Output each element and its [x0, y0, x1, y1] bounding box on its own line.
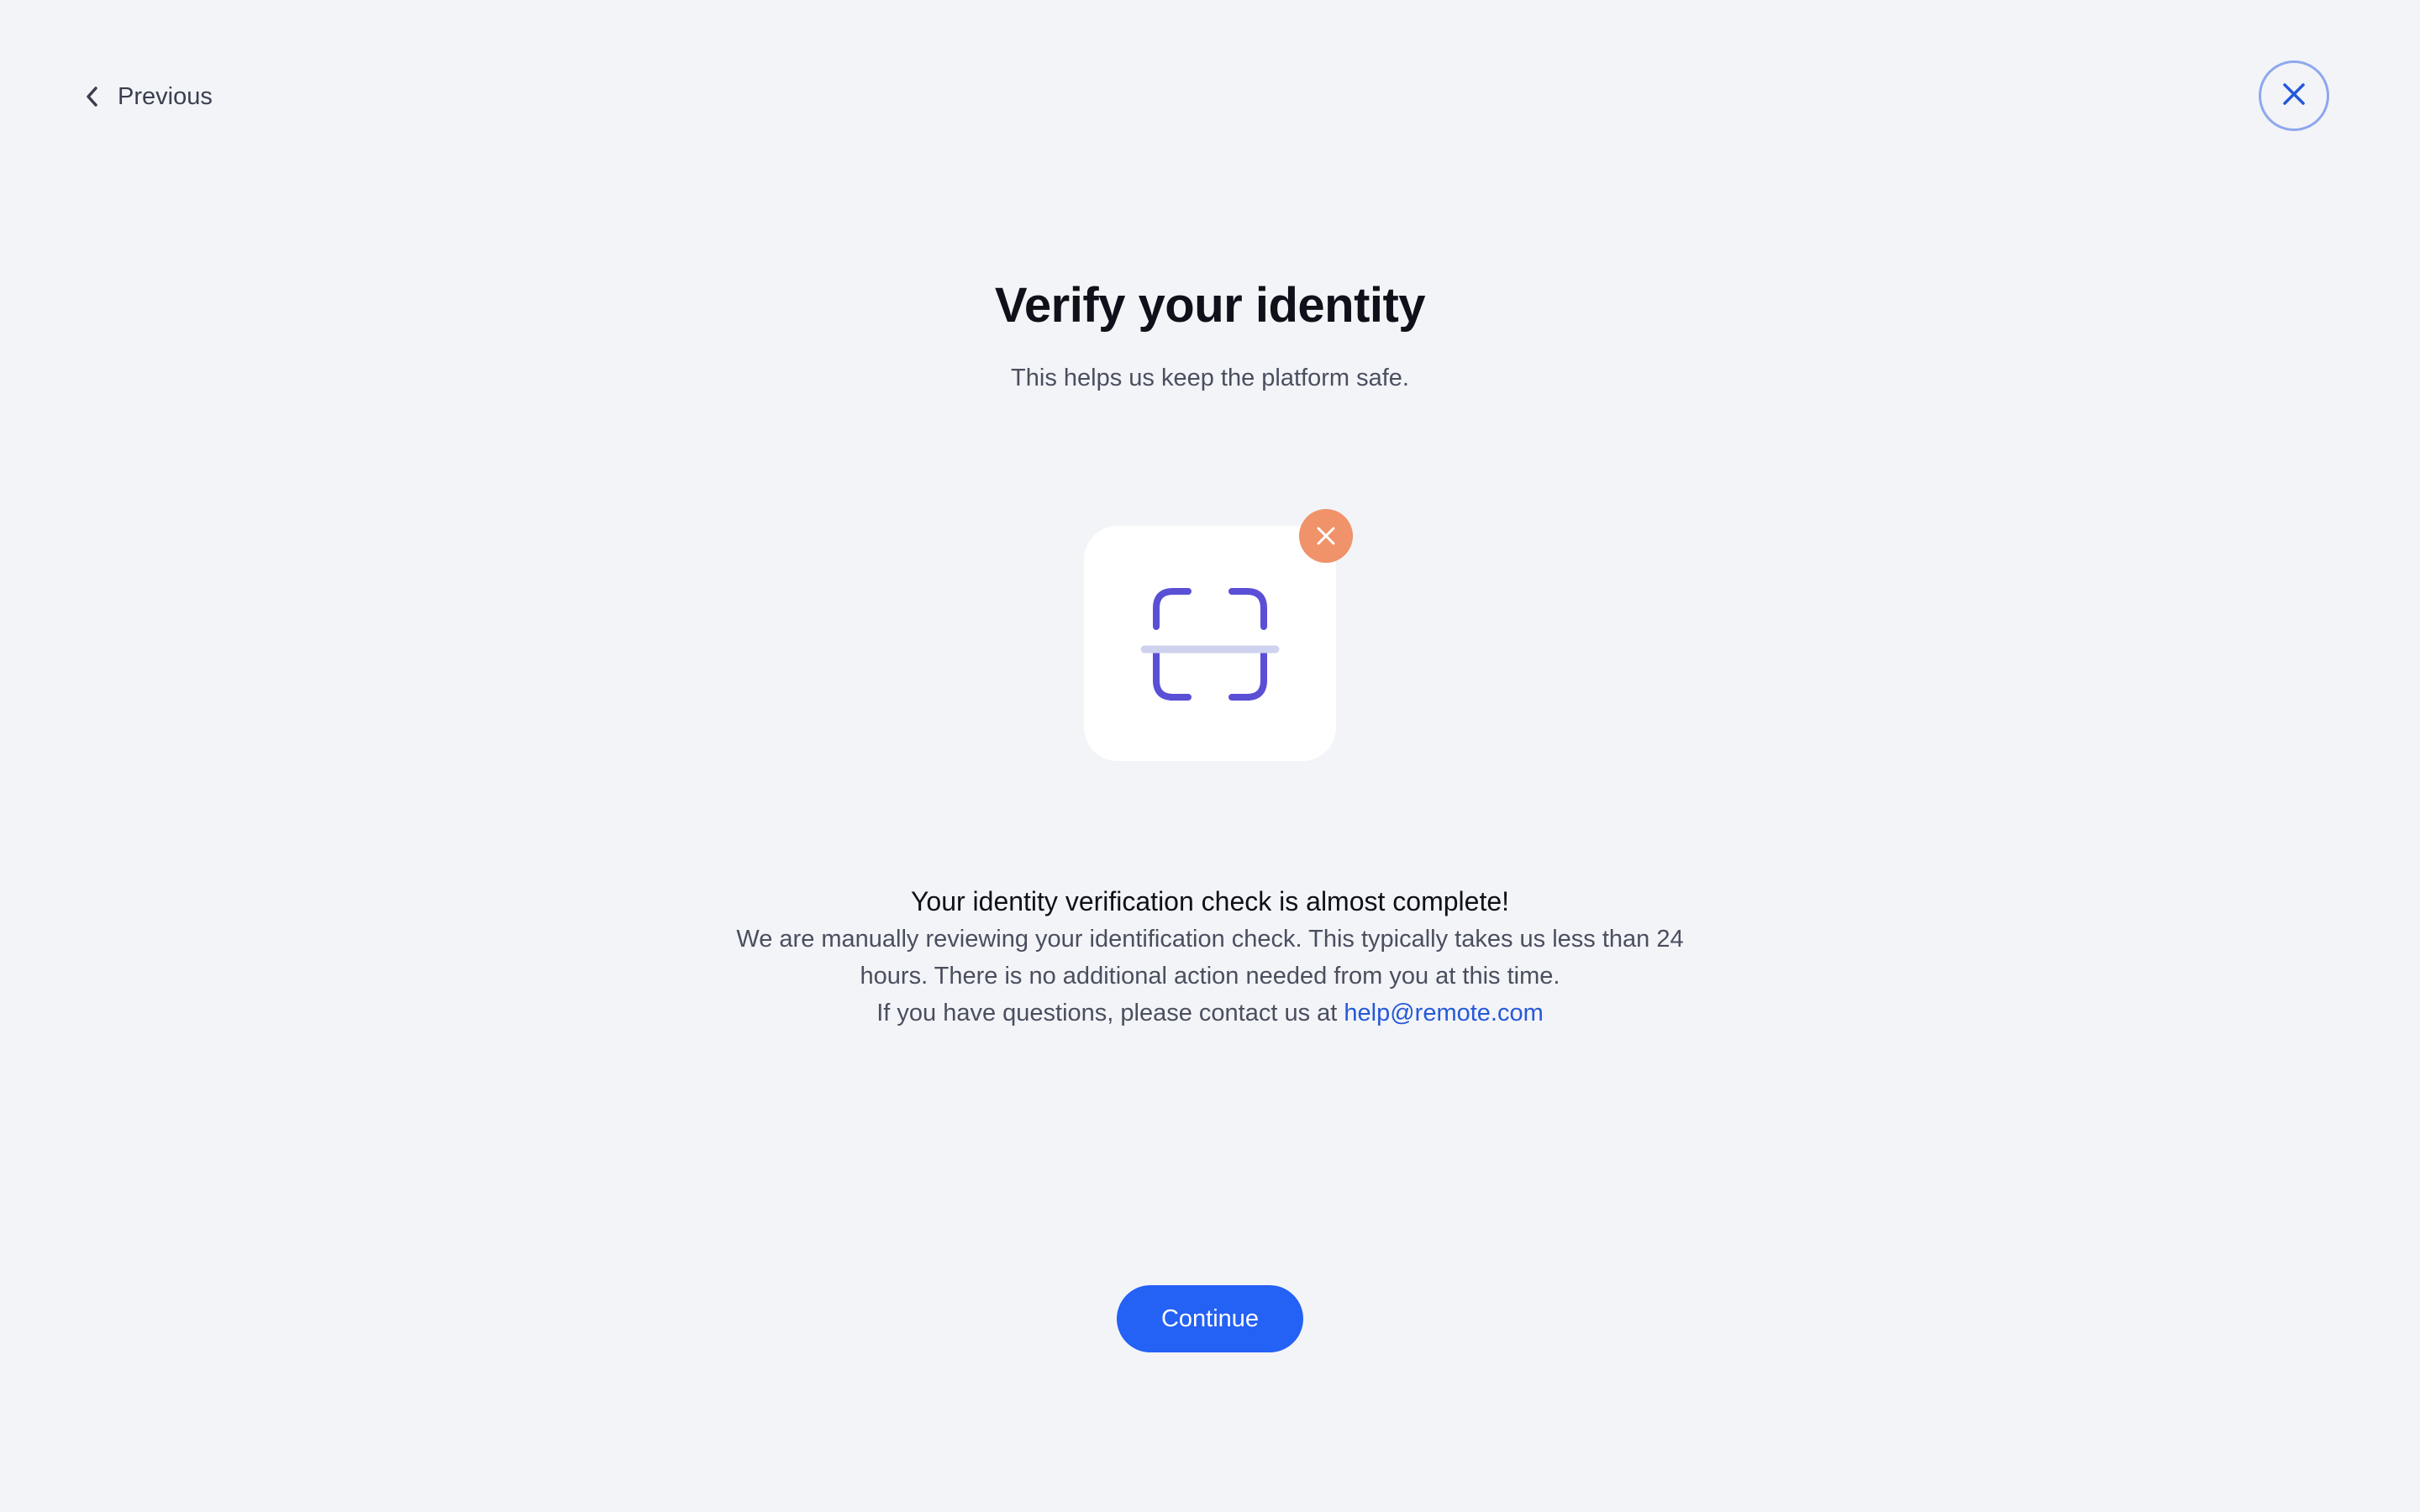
face-scan-icon	[1140, 588, 1280, 701]
page-subtitle: This helps us keep the platform safe.	[1011, 365, 1409, 391]
verification-status: Your identity verification check is almo…	[0, 882, 2420, 1032]
contact-email-link[interactable]: help@remote.com	[1344, 1000, 1543, 1026]
contact-line: If you have questions, please contact us…	[706, 995, 1714, 1032]
previous-link[interactable]: Previous	[81, 76, 213, 118]
previous-label: Previous	[118, 82, 213, 110]
x-badge-icon	[1299, 509, 1353, 563]
continue-button[interactable]: Continue	[1117, 1285, 1303, 1352]
close-icon	[2281, 81, 2307, 111]
status-title: Your identity verification check is almo…	[910, 886, 1510, 916]
verification-page: Previous Verify your identity This helps…	[0, 0, 2420, 1512]
page-title: Verify your identity	[994, 278, 1426, 333]
chevron-left-icon	[81, 85, 104, 108]
close-button[interactable]	[2259, 60, 2329, 131]
status-description: We are manually reviewing your identific…	[736, 926, 1684, 990]
contact-prefix: If you have questions, please contact us…	[876, 1000, 1338, 1026]
scan-illustration-card	[1084, 526, 1336, 761]
status-body: We are manually reviewing your identific…	[706, 921, 1714, 1032]
